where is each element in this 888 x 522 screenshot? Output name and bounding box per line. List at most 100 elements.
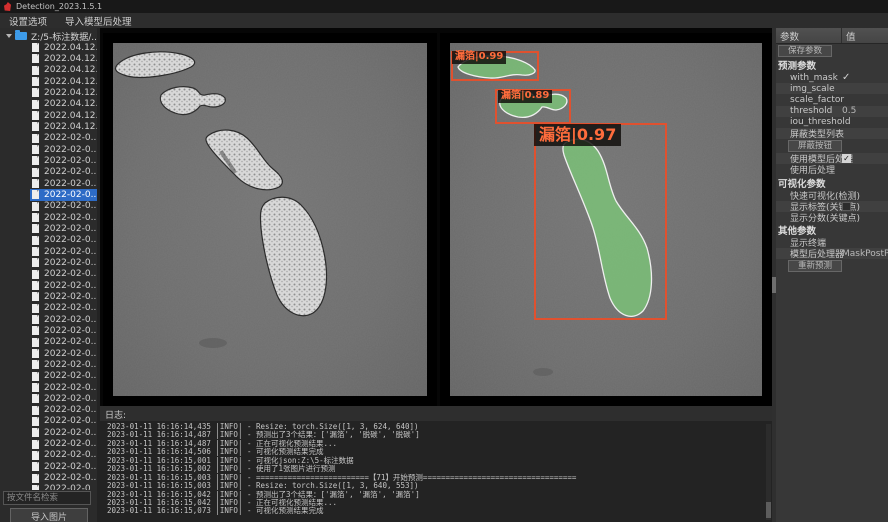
tree-item[interactable]: 2022-02-0... bbox=[30, 235, 97, 246]
tree-item-label: 2022-02-0... bbox=[44, 235, 97, 245]
file-icon bbox=[32, 258, 39, 267]
param-row[interactable]: 显示分数(关键点) bbox=[776, 212, 888, 223]
tree-item[interactable]: 2022-02-0... bbox=[30, 189, 97, 200]
tree-item[interactable]: 2022-02-0... bbox=[30, 178, 97, 189]
tree-item[interactable]: 2022-02-0... bbox=[30, 337, 97, 348]
file-icon bbox=[32, 179, 39, 188]
tree-item[interactable]: 2022-02-0 bbox=[30, 484, 97, 490]
file-tree-items: 2022.04.12...2022.04.12...2022.04.12...2… bbox=[0, 42, 97, 490]
tree-item[interactable]: 2022-02-0... bbox=[30, 280, 97, 291]
param-row[interactable]: img_scale bbox=[776, 83, 888, 94]
tree-item-label: 2022-02-0... bbox=[44, 462, 97, 472]
tree-item[interactable]: 2022.04.12... bbox=[30, 65, 97, 76]
tree-item-label: 2022-02-0... bbox=[44, 371, 97, 381]
file-icon bbox=[32, 281, 39, 290]
tree-item[interactable]: 2022-02-0... bbox=[30, 212, 97, 223]
param-row[interactable]: 显示终端 bbox=[776, 237, 888, 248]
import-image-button[interactable]: 导入图片 bbox=[10, 508, 88, 522]
tree-item[interactable]: 2022-02-0... bbox=[30, 393, 97, 404]
tree-item-label: 2022.04.12... bbox=[44, 111, 97, 121]
param-label: 使用后处理 bbox=[790, 164, 835, 175]
file-icon bbox=[32, 100, 39, 109]
param-row[interactable]: 快速可视化(检测) bbox=[776, 190, 888, 201]
param-row[interactable]: 使用后处理 bbox=[776, 164, 888, 175]
file-icon bbox=[32, 451, 39, 460]
param-row[interactable]: 屏蔽类型列表 bbox=[776, 128, 888, 139]
left-image-panel[interactable] bbox=[113, 43, 427, 396]
tree-root[interactable]: Z:/5-标注数据/... bbox=[0, 30, 97, 42]
tree-item[interactable]: 2022-02-0... bbox=[30, 246, 97, 257]
tree-item[interactable]: 2022-02-0... bbox=[30, 167, 97, 178]
log-scrollbar[interactable] bbox=[766, 424, 771, 520]
tree-item[interactable]: 2022-02-0... bbox=[30, 348, 97, 359]
repredict-button[interactable]: 重新预测 bbox=[788, 260, 842, 272]
save-params-button[interactable]: 保存参数 bbox=[778, 45, 832, 57]
menu-item-import-postprocess[interactable]: 导入模型后处理 bbox=[56, 13, 141, 28]
tree-item[interactable]: 2022-02-0... bbox=[30, 201, 97, 212]
param-label: 快速可视化(检测) bbox=[790, 190, 860, 201]
param-label: scale_factor bbox=[790, 95, 844, 105]
tree-item[interactable]: 2022-02-0... bbox=[30, 461, 97, 472]
tree-item[interactable]: 2022.04.12... bbox=[30, 121, 97, 132]
tree-item[interactable]: 2022-02-0... bbox=[30, 438, 97, 449]
tree-item[interactable]: 2022-02-0... bbox=[30, 133, 97, 144]
right-image-panel[interactable]: 漏箔|0.99 漏箔|0.89 漏箔|0.97 bbox=[450, 43, 762, 396]
tree-item[interactable]: 2022-02-0... bbox=[30, 144, 97, 155]
tree-item[interactable]: 2022-02-0... bbox=[30, 416, 97, 427]
folder-icon bbox=[15, 32, 27, 40]
file-icon bbox=[32, 168, 39, 177]
tree-item[interactable]: 2022-02-0... bbox=[30, 472, 97, 483]
file-icon bbox=[32, 88, 39, 97]
tree-item[interactable]: 2022-02-0... bbox=[30, 359, 97, 370]
tree-item[interactable]: 2022-02-0... bbox=[30, 382, 97, 393]
mask-filter-button[interactable]: 屏蔽按钮 bbox=[788, 140, 842, 152]
tree-item[interactable]: 2022.04.12... bbox=[30, 42, 97, 53]
tree-item[interactable]: 2022.04.12... bbox=[30, 53, 97, 64]
tree-item[interactable]: 2022-02-0... bbox=[30, 314, 97, 325]
param-value: 0.5 bbox=[842, 106, 856, 116]
detection-label: 漏箔|0.99 bbox=[452, 51, 506, 64]
param-row[interactable]: 显示标签(关键点) bbox=[776, 201, 888, 212]
file-icon bbox=[32, 292, 39, 301]
log-scrollbar-handle[interactable] bbox=[766, 502, 771, 518]
tree-item[interactable]: 2022-02-0... bbox=[30, 269, 97, 280]
param-row[interactable]: scale_factor bbox=[776, 94, 888, 105]
param-section-label: 预测参数 bbox=[776, 60, 888, 72]
tree-item[interactable]: 2022-02-0... bbox=[30, 257, 97, 268]
param-row[interactable]: 使用模型后处理✓ bbox=[776, 153, 888, 164]
tree-item[interactable]: 2022-02-0... bbox=[30, 405, 97, 416]
param-row[interactable]: threshold0.5 bbox=[776, 106, 888, 117]
tree-item[interactable]: 2022-02-0... bbox=[30, 371, 97, 382]
param-button-row: 重新预测 bbox=[776, 259, 888, 273]
tree-item-label: 2022-02-0... bbox=[44, 360, 97, 370]
param-row[interactable]: iou_threshold bbox=[776, 117, 888, 128]
tree-item[interactable]: 2022-02-0... bbox=[30, 291, 97, 302]
checkbox[interactable]: ✓ bbox=[842, 154, 851, 163]
tree-item[interactable]: 2022-02-0... bbox=[30, 325, 97, 336]
tree-item-label: 2022.04.12... bbox=[44, 99, 97, 109]
tree-item[interactable]: 2022.04.12... bbox=[30, 110, 97, 121]
param-row[interactable]: with_mask✓ bbox=[776, 72, 888, 83]
log-lines[interactable]: 2023-01-11 16:16:14,435 |INFO| - Resize:… bbox=[100, 422, 764, 522]
tree-item[interactable]: 2022-02-0... bbox=[30, 223, 97, 234]
tree-item[interactable]: 2022.04.12... bbox=[30, 76, 97, 87]
tree-item[interactable]: 2022-02-0... bbox=[30, 450, 97, 461]
param-row[interactable]: 模型后处理器MaskPostPro bbox=[776, 248, 888, 259]
tree-item[interactable]: 2022-02-0... bbox=[30, 303, 97, 314]
filename-search-input[interactable] bbox=[3, 491, 91, 505]
file-icon bbox=[32, 270, 39, 279]
file-tree-panel: Z:/5-标注数据/... 2022.04.12...2022.04.12...… bbox=[0, 28, 97, 522]
param-label: iou_threshold bbox=[790, 117, 851, 127]
tree-item-label: 2022-02-0... bbox=[44, 258, 97, 268]
checkbox[interactable] bbox=[842, 202, 851, 211]
original-image bbox=[113, 43, 427, 396]
menu-item-settings[interactable]: 设置选项 bbox=[0, 13, 56, 28]
tree-item[interactable]: 2022.04.12... bbox=[30, 99, 97, 110]
params-panel: 参数 值 保存参数预测参数with_mask✓img_scalescale_fa… bbox=[776, 28, 888, 522]
tree-item[interactable]: 2022-02-0... bbox=[30, 155, 97, 166]
tree-item[interactable]: 2022.04.12... bbox=[30, 87, 97, 98]
tree-item[interactable]: 2022-02-0... bbox=[30, 427, 97, 438]
detection-label: 漏箔|0.89 bbox=[498, 90, 552, 103]
file-icon bbox=[32, 406, 39, 415]
file-icon bbox=[32, 66, 39, 75]
